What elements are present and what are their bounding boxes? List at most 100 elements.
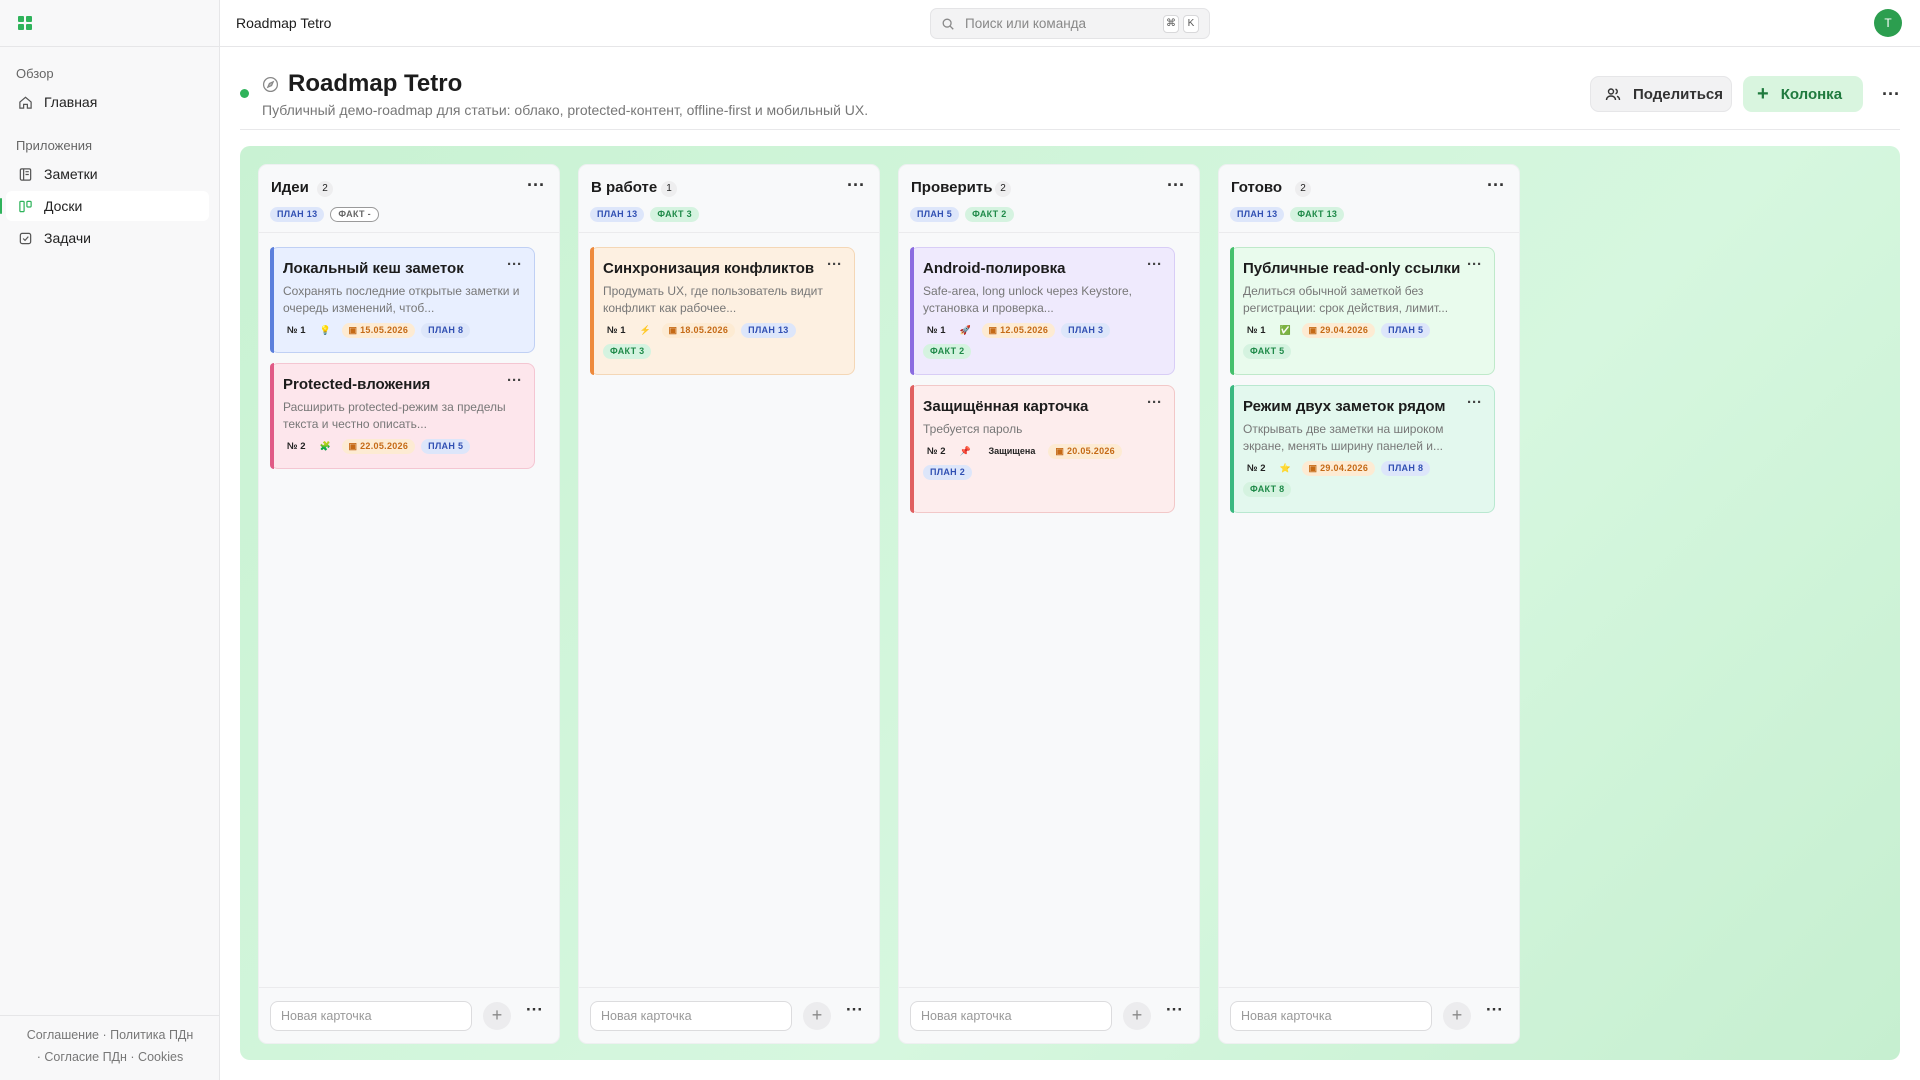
- card-number: № 1: [927, 325, 946, 336]
- topbar: Roadmap Tetro Поиск или команда ⌘ K T: [220, 0, 1920, 47]
- column-more-button[interactable]: ···: [1167, 175, 1185, 196]
- fact-badge: ФАКТ 8: [1243, 482, 1292, 497]
- plan-badge: ПЛАН 5: [421, 439, 471, 454]
- page-title: Roadmap Tetro: [288, 70, 463, 97]
- plan-badge: ПЛАН 3: [1061, 323, 1111, 338]
- add-column-button[interactable]: + Колонка: [1743, 76, 1863, 112]
- app-title: Roadmap Tetro: [236, 15, 332, 31]
- column-title[interactable]: Проверить: [911, 179, 992, 196]
- add-column-label: Колонка: [1780, 85, 1843, 103]
- card-description: Требуется пароль: [923, 422, 1023, 436]
- column-footer-more-button[interactable]: ···: [1486, 1000, 1503, 1020]
- card-more-button[interactable]: ···: [1467, 256, 1482, 273]
- due-date: 29.04.2026: [1320, 325, 1369, 335]
- fact-badge: ФАКТ 13: [1290, 207, 1345, 222]
- column-footer-more-button[interactable]: ···: [526, 1000, 543, 1020]
- card-meta: № 1 🚀 ▣ 12.05.2026 ПЛАН 3 ФАКТ 2: [923, 323, 1164, 359]
- add-card-button[interactable]: +: [483, 1002, 511, 1030]
- sidebar-item-home[interactable]: Главная: [6, 87, 209, 117]
- cookies-link[interactable]: Cookies: [138, 1050, 183, 1064]
- card-description: Открывать две заметки на широком экране,…: [1243, 422, 1444, 453]
- search-placeholder: Поиск или команда: [965, 16, 1087, 31]
- card-more-button[interactable]: ···: [1467, 394, 1482, 411]
- plan-badge: ПЛАН 8: [421, 323, 471, 338]
- column-more-button[interactable]: ···: [527, 175, 545, 196]
- privacy-policy-link[interactable]: Политика ПДн: [110, 1028, 193, 1042]
- column-footer: Новая карточка + ···: [259, 987, 559, 1043]
- due-date: 22.05.2026: [360, 441, 409, 451]
- card-description: Продумать UX, где пользователь видит кон…: [603, 284, 823, 315]
- sidebar-item-tasks[interactable]: Задачи: [6, 223, 209, 253]
- sidebar-footer: Соглашение · Политика ПДн · Согласие ПДн…: [26, 1028, 194, 1064]
- column-header: В работе 1 ··· ПЛАН 13 ФАКТ 3: [579, 165, 879, 233]
- calendar-icon: ▣: [668, 325, 681, 335]
- board-description: Публичный демо-roadmap для статьи: облак…: [262, 102, 869, 118]
- new-card-input[interactable]: Новая карточка: [1230, 1001, 1432, 1031]
- column-count-badge: 1: [661, 181, 677, 197]
- board-column: Идеи 2 ··· ПЛАН 13 ФАКТ - Локальный кеш …: [258, 164, 560, 1044]
- due-date-badge: ▣ 15.05.2026: [341, 323, 416, 338]
- card-emoji-icon: 💡: [319, 325, 332, 335]
- card-title: Публичные read-only ссылки: [1243, 260, 1461, 277]
- card-title: Protected-вложения: [283, 376, 431, 393]
- new-card-input[interactable]: Новая карточка: [910, 1001, 1112, 1031]
- board-card[interactable]: Режим двух заметок рядом ··· Открывать д…: [1230, 385, 1495, 513]
- due-date: 20.05.2026: [1066, 446, 1115, 456]
- add-card-button[interactable]: +: [1123, 1002, 1151, 1030]
- board-column: Готово 2 ··· ПЛАН 13 ФАКТ 13 Публичные r…: [1218, 164, 1520, 1044]
- new-card-input[interactable]: Новая карточка: [590, 1001, 792, 1031]
- card-more-button[interactable]: ···: [507, 256, 522, 273]
- board-more-button[interactable]: ···: [1876, 76, 1906, 112]
- boards-icon: [19, 200, 32, 212]
- notes-icon: [19, 167, 32, 181]
- kbd-k: K: [1183, 15, 1199, 33]
- tasks-icon: [19, 232, 32, 244]
- column-footer-more-button[interactable]: ···: [1166, 1000, 1183, 1020]
- board-area: Идеи 2 ··· ПЛАН 13 ФАКТ - Локальный кеш …: [240, 146, 1900, 1060]
- column-footer: Новая карточка + ···: [1219, 987, 1519, 1043]
- sidebar-item-label: Доски: [44, 198, 83, 214]
- card-more-button[interactable]: ···: [1147, 394, 1162, 411]
- board-card[interactable]: Защищённая карточка ··· Требуется пароль…: [910, 385, 1175, 513]
- column-title[interactable]: Готово: [1231, 179, 1282, 196]
- column-footer-more-button[interactable]: ···: [846, 1000, 863, 1020]
- column-title[interactable]: Идеи: [271, 179, 309, 196]
- plan-badge: ПЛАН 8: [1381, 461, 1431, 476]
- card-more-button[interactable]: ···: [507, 372, 522, 389]
- card-meta: № 2 ⭐ ▣ 29.04.2026 ПЛАН 8 ФАКТ 8: [1243, 461, 1484, 497]
- board-header: Roadmap Tetro Публичный демо-roadmap для…: [240, 66, 1900, 130]
- board-card[interactable]: Protected-вложения ··· Расширить protect…: [270, 363, 535, 469]
- column-more-button[interactable]: ···: [1487, 175, 1505, 196]
- fact-badge: ФАКТ 2: [923, 344, 972, 359]
- add-card-button[interactable]: +: [1443, 1002, 1471, 1030]
- avatar[interactable]: T: [1874, 9, 1902, 37]
- sidebar-item-boards[interactable]: Доски: [0, 191, 209, 221]
- app-logo-icon[interactable]: [18, 16, 32, 30]
- board-card[interactable]: Локальный кеш заметок ··· Сохранять посл…: [270, 247, 535, 353]
- card-more-button[interactable]: ···: [827, 256, 842, 273]
- fact-badge: ФАКТ 3: [603, 344, 652, 359]
- column-more-button[interactable]: ···: [847, 175, 865, 196]
- add-card-button[interactable]: +: [803, 1002, 831, 1030]
- new-card-input[interactable]: Новая карточка: [270, 1001, 472, 1031]
- board-card[interactable]: Android-полировка ··· Safe-area, long un…: [910, 247, 1175, 375]
- card-more-button[interactable]: ···: [1147, 256, 1162, 273]
- consent-link[interactable]: Согласие ПДн: [44, 1050, 127, 1064]
- plan-badge: ПЛАН 13: [1230, 207, 1285, 222]
- agreement-link[interactable]: Соглашение: [27, 1028, 99, 1042]
- sidebar-item-notes[interactable]: Заметки: [6, 159, 209, 189]
- column-title[interactable]: В работе: [591, 179, 657, 196]
- search-input[interactable]: Поиск или команда ⌘ K: [930, 8, 1210, 39]
- card-title: Локальный кеш заметок: [283, 260, 464, 277]
- card-title: Защищённая карточка: [923, 398, 1089, 415]
- due-date: 18.05.2026: [680, 325, 729, 335]
- column-badges: ПЛАН 13 ФАКТ 13: [1230, 207, 1345, 222]
- fact-badge: ФАКТ -: [330, 207, 379, 222]
- board-card[interactable]: Публичные read-only ссылки ··· Делиться …: [1230, 247, 1495, 375]
- board-card[interactable]: Синхронизация конфликтов ··· Продумать U…: [590, 247, 855, 375]
- card-number: № 1: [1247, 325, 1266, 336]
- card-meta: № 2 🧩 ▣ 22.05.2026 ПЛАН 5: [283, 439, 524, 454]
- share-button[interactable]: Поделиться: [1590, 76, 1732, 112]
- due-date: 15.05.2026: [360, 325, 409, 335]
- sidebar-item-label: Задачи: [44, 230, 92, 246]
